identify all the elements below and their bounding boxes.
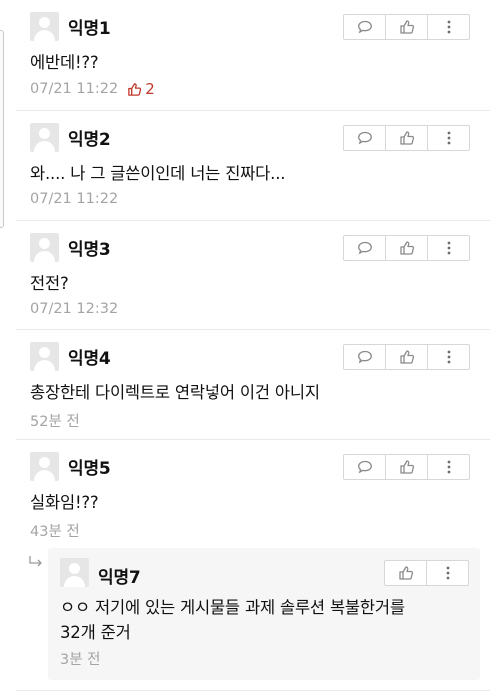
comment-text: 실화임!?? bbox=[30, 493, 99, 512]
comment-item: 익명1 에반데!?? 07/21 11:22 2 bbox=[0, 0, 490, 111]
avatar bbox=[30, 342, 59, 371]
avatar bbox=[30, 123, 59, 152]
comment-time: 07/21 12:32 bbox=[30, 301, 119, 317]
comment-author: 익명4 bbox=[68, 349, 111, 369]
comment-text: 와.... 나 그 글쓴이인데 너는 진짜다... bbox=[30, 164, 286, 183]
reply-meta: 3분 전 bbox=[60, 648, 101, 669]
more-button[interactable] bbox=[427, 344, 470, 370]
reply-time: 3분 전 bbox=[60, 652, 101, 668]
comment-time: 07/21 11:22 bbox=[30, 191, 119, 207]
like-button[interactable] bbox=[385, 344, 428, 370]
reply-button[interactable] bbox=[343, 14, 386, 40]
reply-actions bbox=[384, 560, 469, 586]
comment-author: 익명1 bbox=[68, 19, 111, 39]
like-button[interactable] bbox=[385, 125, 428, 151]
more-vertical-icon bbox=[447, 350, 450, 364]
thumbs-up-icon bbox=[399, 131, 414, 145]
comment-actions bbox=[343, 235, 470, 261]
thumbs-up-icon bbox=[399, 20, 414, 34]
divider bbox=[16, 690, 490, 691]
comment-author: 익명3 bbox=[68, 240, 111, 260]
reply-button[interactable] bbox=[343, 125, 386, 151]
comment-item: 익명2 와.... 나 그 글쓴이인데 너는 진짜다... 07/21 11:2… bbox=[0, 111, 490, 221]
more-button[interactable] bbox=[427, 235, 470, 261]
reply-button[interactable] bbox=[343, 454, 386, 480]
reply-button[interactable] bbox=[343, 235, 386, 261]
thumbs-up-icon bbox=[128, 82, 142, 96]
comment-text: 전전? bbox=[30, 274, 69, 293]
speech-bubble-icon bbox=[357, 350, 372, 364]
comment-actions bbox=[343, 454, 470, 480]
comment-meta: 07/21 12:32 bbox=[30, 301, 118, 317]
comment-time: 43분 전 bbox=[30, 524, 80, 540]
reply-text-line: 32개 준거 bbox=[60, 623, 131, 642]
reply-arrow-icon bbox=[29, 556, 42, 567]
avatar bbox=[30, 452, 59, 481]
comment-item: 익명3 전전? 07/21 12:32 bbox=[0, 221, 490, 330]
speech-bubble-icon bbox=[357, 131, 372, 145]
more-vertical-icon bbox=[446, 566, 449, 580]
more-button[interactable] bbox=[427, 14, 470, 40]
speech-bubble-icon bbox=[357, 20, 372, 34]
speech-bubble-icon bbox=[357, 241, 372, 255]
thumbs-up-icon bbox=[398, 566, 413, 580]
comment-item: 익명5 실화임!?? 43분 전 bbox=[0, 440, 490, 548]
comment-meta: 07/21 11:22 bbox=[30, 191, 118, 207]
comment-meta: 52분 전 bbox=[30, 410, 80, 431]
more-vertical-icon bbox=[447, 460, 450, 474]
reply-text-line: ㅇㅇ 저기에 있는 게시물들 과제 솔루션 복불한거를 bbox=[60, 598, 405, 617]
comment-text: 에반데!?? bbox=[30, 53, 99, 72]
reply-text: ㅇㅇ 저기에 있는 게시물들 과제 솔루션 복불한거를 32개 준거 bbox=[60, 595, 405, 645]
comment-item: 익명4 총장한테 다이렉트로 연락넣어 이건 아니지 52분 전 bbox=[0, 330, 490, 440]
avatar bbox=[30, 12, 59, 41]
comment-meta: 43분 전 bbox=[30, 520, 80, 541]
more-vertical-icon bbox=[447, 20, 450, 34]
avatar bbox=[60, 558, 89, 587]
comment-text: 총장한테 다이렉트로 연락넣어 이건 아니지 bbox=[30, 383, 320, 402]
comment-meta: 07/21 11:22 2 bbox=[30, 80, 155, 98]
like-count: 2 bbox=[127, 80, 155, 98]
more-button[interactable] bbox=[426, 560, 469, 586]
comment-author: 익명2 bbox=[68, 130, 111, 150]
comment-actions bbox=[343, 344, 470, 370]
comment-time: 52분 전 bbox=[30, 414, 80, 430]
thumbs-up-icon bbox=[399, 350, 414, 364]
comment-actions bbox=[343, 125, 470, 151]
reply-comment: 익명7 ㅇㅇ 저기에 있는 게시물들 과제 솔루션 복불한거를 32개 준거 3… bbox=[48, 548, 480, 680]
like-button[interactable] bbox=[385, 14, 428, 40]
like-button[interactable] bbox=[384, 560, 427, 586]
like-button[interactable] bbox=[385, 235, 428, 261]
more-button[interactable] bbox=[427, 125, 470, 151]
like-count-value: 2 bbox=[145, 80, 155, 98]
more-vertical-icon bbox=[447, 131, 450, 145]
speech-bubble-icon bbox=[357, 460, 372, 474]
thumbs-up-icon bbox=[399, 460, 414, 474]
more-vertical-icon bbox=[447, 241, 450, 255]
reply-button[interactable] bbox=[343, 344, 386, 370]
comment-actions bbox=[343, 14, 470, 40]
thumbs-up-icon bbox=[399, 241, 414, 255]
like-button[interactable] bbox=[385, 454, 428, 480]
more-button[interactable] bbox=[427, 454, 470, 480]
comment-author: 익명5 bbox=[68, 459, 111, 479]
avatar bbox=[30, 233, 59, 262]
reply-author: 익명7 bbox=[98, 568, 141, 588]
comment-time: 07/21 11:22 bbox=[30, 81, 119, 97]
